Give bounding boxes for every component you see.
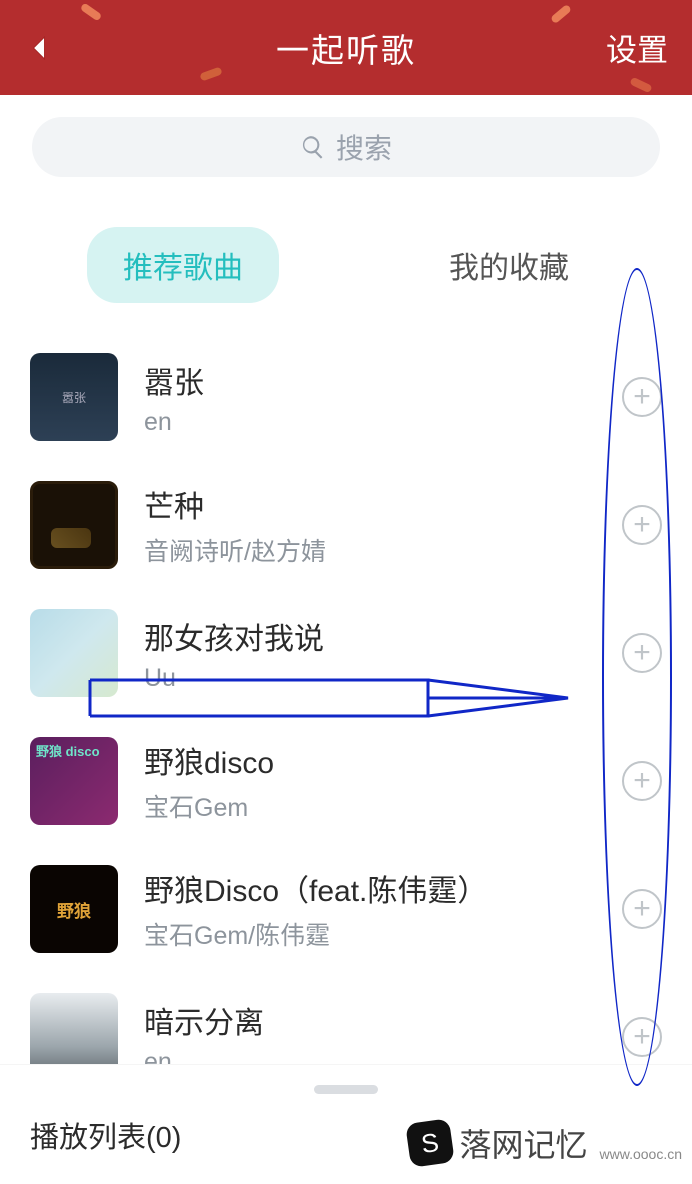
back-icon bbox=[28, 34, 50, 62]
song-title: 芒种 bbox=[144, 482, 596, 526]
album-cover: 嚣张 bbox=[30, 353, 118, 441]
song-info: 野狼Disco（feat.陈伟霆） 宝石Gem/陈伟霆 bbox=[144, 866, 596, 952]
album-cover bbox=[30, 609, 118, 697]
add-button[interactable]: + bbox=[622, 1017, 662, 1057]
song-list: 嚣张 嚣张 en + 芒种 音阙诗听/赵方婧 + 那女孩对我说 Uu + 野狼 … bbox=[0, 323, 692, 1081]
search-container: 搜索 bbox=[0, 95, 692, 187]
plus-icon: + bbox=[633, 382, 651, 412]
song-title: 野狼Disco（feat.陈伟霆） bbox=[144, 866, 596, 910]
album-cover: 野狼 bbox=[30, 865, 118, 953]
plus-icon: + bbox=[633, 638, 651, 668]
add-button[interactable]: + bbox=[622, 505, 662, 545]
watermark: S 落网记忆 www.oooc.cn bbox=[408, 1120, 683, 1166]
tabs: 推荐歌曲 我的收藏 bbox=[0, 187, 692, 323]
song-title: 那女孩对我说 bbox=[144, 614, 596, 658]
watermark-url: www.oooc.cn bbox=[600, 1146, 682, 1162]
plus-icon: + bbox=[633, 510, 651, 540]
back-button[interactable] bbox=[24, 33, 54, 63]
song-artist: Uu bbox=[144, 664, 596, 693]
watermark-icon: S bbox=[405, 1118, 455, 1168]
settings-button[interactable]: 设置 bbox=[606, 25, 668, 70]
song-artist: en bbox=[144, 408, 596, 437]
song-item[interactable]: 野狼 disco 野狼disco 宝石Gem + bbox=[30, 717, 662, 845]
add-button[interactable]: + bbox=[622, 377, 662, 417]
search-placeholder: 搜索 bbox=[336, 127, 392, 167]
watermark-text: 落网记忆 bbox=[460, 1120, 588, 1166]
song-item[interactable]: 嚣张 嚣张 en + bbox=[30, 333, 662, 461]
album-cover bbox=[30, 481, 118, 569]
tab-favorites[interactable]: 我的收藏 bbox=[413, 227, 605, 303]
song-title: 野狼disco bbox=[144, 738, 596, 782]
add-button[interactable]: + bbox=[622, 889, 662, 929]
song-artist: 音阙诗听/赵方婧 bbox=[144, 532, 596, 568]
add-button[interactable]: + bbox=[622, 633, 662, 673]
song-item[interactable]: 芒种 音阙诗听/赵方婧 + bbox=[30, 461, 662, 589]
plus-icon: + bbox=[633, 766, 651, 796]
song-item[interactable]: 那女孩对我说 Uu + bbox=[30, 589, 662, 717]
song-info: 芒种 音阙诗听/赵方婧 bbox=[144, 482, 596, 568]
page-title: 一起听歌 bbox=[276, 24, 416, 72]
song-title: 嚣张 bbox=[144, 358, 596, 402]
song-title: 暗示分离 bbox=[144, 998, 596, 1042]
plus-icon: + bbox=[633, 1022, 651, 1052]
top-header: 一起听歌 设置 bbox=[0, 0, 692, 95]
song-info: 野狼disco 宝石Gem bbox=[144, 738, 596, 824]
song-info: 嚣张 en bbox=[144, 358, 596, 437]
add-button[interactable]: + bbox=[622, 761, 662, 801]
song-artist: 宝石Gem bbox=[144, 788, 596, 824]
song-artist: 宝石Gem/陈伟霆 bbox=[144, 916, 596, 952]
drag-handle-icon[interactable] bbox=[314, 1085, 378, 1094]
album-cover: 野狼 disco bbox=[30, 737, 118, 825]
search-icon bbox=[300, 134, 326, 160]
song-info: 那女孩对我说 Uu bbox=[144, 614, 596, 693]
search-input[interactable]: 搜索 bbox=[32, 117, 660, 177]
song-item[interactable]: 野狼 野狼Disco（feat.陈伟霆） 宝石Gem/陈伟霆 + bbox=[30, 845, 662, 973]
tab-recommended[interactable]: 推荐歌曲 bbox=[87, 227, 279, 303]
plus-icon: + bbox=[633, 894, 651, 924]
